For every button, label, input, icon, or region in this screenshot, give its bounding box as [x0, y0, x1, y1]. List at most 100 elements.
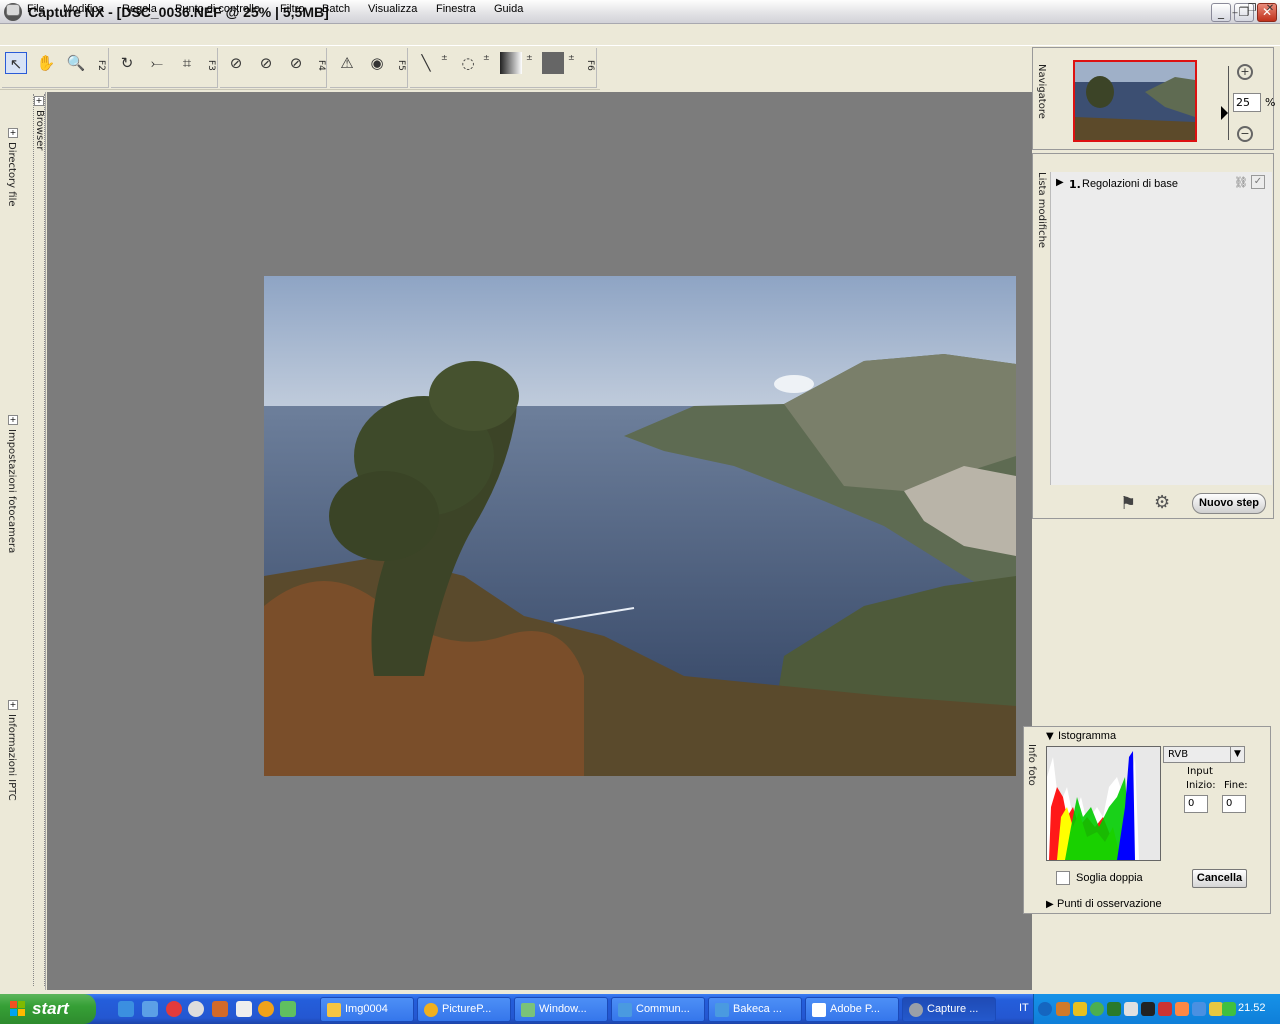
fill-plus-minus-icon[interactable]: ± — [568, 54, 575, 62]
menu-modifica[interactable]: Modifica — [63, 3, 104, 15]
navigator-thumbnail[interactable] — [1073, 60, 1197, 142]
watch-points-expand-icon[interactable]: ▶ — [1046, 899, 1054, 910]
doc-close-button[interactable]: ✕ — [1263, 3, 1277, 16]
lasso-plus-minus-icon[interactable]: ± — [483, 54, 490, 62]
step-expand-icon[interactable]: ▶ — [1056, 177, 1064, 188]
directory-tab[interactable]: Directory file — [6, 142, 17, 207]
input-label: Input — [1187, 766, 1213, 777]
adobe-reader-icon — [812, 1003, 826, 1017]
quicklaunch-media-icon[interactable] — [166, 1001, 182, 1017]
histogram-collapse-icon[interactable]: ▼ — [1046, 731, 1054, 742]
fill-remove-tool[interactable] — [542, 52, 564, 74]
menu-bar — [0, 25, 1280, 46]
neutral-control-point-tool[interactable]: ⊘ — [285, 52, 307, 74]
browser-tab[interactable]: Browser — [34, 110, 45, 151]
quicklaunch-tool-icon[interactable] — [212, 1001, 228, 1017]
start-input[interactable]: 0 — [1184, 795, 1208, 813]
toolbar-label-f3: F3 — [206, 60, 216, 71]
camera-settings-tab[interactable]: Impostazioni fotocamera — [6, 429, 17, 553]
menu-filtro[interactable]: Filtro — [280, 3, 304, 15]
zoom-tool[interactable]: 🔍 — [65, 52, 87, 74]
browser-expand-icon[interactable]: + — [34, 96, 44, 106]
step-enable-checkbox[interactable]: ✓ — [1251, 175, 1265, 189]
menu-finestra[interactable]: Finestra — [436, 3, 476, 15]
gradient-plus-minus-icon[interactable]: ± — [526, 54, 533, 62]
iptc-tab[interactable]: Informazioni IPTC — [6, 714, 17, 801]
tray-utility-icon[interactable] — [1175, 1002, 1189, 1016]
rotate-tool[interactable]: ↻ — [116, 52, 138, 74]
directory-expand-icon[interactable]: + — [8, 128, 18, 138]
crop-tool[interactable]: ⌗ — [176, 52, 198, 74]
tray-sync-icon[interactable] — [1222, 1002, 1236, 1016]
cancel-button[interactable]: Cancella — [1192, 869, 1247, 888]
hand-tool[interactable]: ✋ — [35, 52, 57, 74]
zoom-input[interactable]: 25 — [1233, 93, 1261, 112]
histogram-label: Istogramma — [1058, 730, 1117, 742]
double-threshold-label: Soglia doppia — [1076, 872, 1143, 884]
clock: 21.52 — [1238, 1002, 1266, 1014]
tray-update-icon[interactable] — [1107, 1002, 1121, 1016]
brush-tool[interactable]: ╲ — [415, 52, 437, 74]
picture-project-icon — [424, 1003, 438, 1017]
black-control-point-tool[interactable]: ⊘ — [225, 52, 247, 74]
quicklaunch-player-icon[interactable] — [188, 1001, 204, 1017]
double-threshold-checkbox[interactable] — [1056, 871, 1070, 885]
internet-explorer-icon[interactable] — [118, 1001, 134, 1017]
watch-points-label[interactable]: Punti di osservazione — [1057, 898, 1162, 910]
brush-plus-minus-icon[interactable]: ± — [441, 54, 448, 62]
menu-visualizza[interactable]: Visualizza — [368, 3, 417, 15]
straighten-tool[interactable]: ⤚ — [146, 52, 168, 74]
edit-list-tab[interactable]: Lista modifiche — [1036, 172, 1047, 248]
tray-pencil-icon[interactable] — [1209, 1002, 1223, 1016]
doc-minimize-button[interactable]: _ — [1228, 3, 1242, 16]
document-menu-icon[interactable] — [6, 4, 20, 16]
menu-batch[interactable]: Batch — [322, 3, 350, 15]
zoom-out-icon[interactable]: − — [1237, 126, 1253, 142]
zoom-slider-handle[interactable] — [1221, 106, 1228, 120]
tray-app-icon[interactable] — [1141, 1002, 1155, 1016]
step-link-icon[interactable]: ⛓ — [1234, 176, 1248, 189]
navigator-tab[interactable]: Navigatore — [1036, 64, 1047, 119]
tray-device-icon[interactable] — [1192, 1002, 1206, 1016]
camera-settings-expand-icon[interactable]: + — [8, 415, 18, 425]
quicklaunch-app-icon[interactable] — [142, 1001, 158, 1017]
chevron-down-icon[interactable]: ▼ — [1230, 747, 1244, 762]
menu-guida[interactable]: Guida — [494, 3, 523, 15]
white-control-point-tool[interactable]: ⊘ — [255, 52, 277, 74]
histogram-chart — [1046, 746, 1161, 861]
iptc-expand-icon[interactable]: + — [8, 700, 18, 710]
red-eye-tool[interactable]: ◉ — [366, 52, 388, 74]
zoom-slider-track[interactable] — [1228, 66, 1229, 140]
tray-messenger-icon[interactable] — [1090, 1002, 1104, 1016]
menu-file[interactable]: File — [27, 3, 45, 15]
lasso-tool[interactable]: ◌ — [457, 52, 479, 74]
direct-select-tool[interactable]: ↖ — [5, 52, 27, 74]
start-label: Inizio: — [1186, 780, 1216, 791]
zoom-in-icon[interactable]: + — [1237, 64, 1253, 80]
language-indicator[interactable]: IT — [1019, 1002, 1029, 1014]
doc-restore-button[interactable]: ❐ — [1245, 3, 1259, 16]
gradient-tool[interactable] — [500, 52, 522, 74]
photo-image[interactable] — [264, 276, 1016, 776]
color-control-point-tool[interactable]: ⚠ — [336, 52, 358, 74]
quicklaunch-messenger-icon[interactable] — [280, 1001, 296, 1017]
menu-punto-di-controllo[interactable]: Punto di controllo — [175, 3, 260, 15]
tray-network-icon[interactable] — [1158, 1002, 1172, 1016]
menu-regola[interactable]: Regola — [122, 3, 157, 15]
tray-volume-icon[interactable] — [1124, 1002, 1138, 1016]
capture-nx-icon — [909, 1003, 923, 1017]
gear-icon[interactable]: ⚙ — [1154, 492, 1170, 513]
tray-expand-icon[interactable] — [1038, 1002, 1052, 1016]
internet-explorer-icon — [715, 1003, 729, 1017]
flag-icon[interactable]: ⚑ — [1120, 493, 1136, 514]
tray-antivirus-icon[interactable] — [1056, 1002, 1070, 1016]
quicklaunch-editor-icon[interactable] — [236, 1001, 252, 1017]
toolbar-label-f4: F4 — [316, 60, 326, 71]
tray-shield-icon[interactable] — [1073, 1002, 1087, 1016]
end-input[interactable]: 0 — [1222, 795, 1246, 813]
new-step-button[interactable]: Nuovo step — [1192, 493, 1266, 514]
quicklaunch-firefox-icon[interactable] — [258, 1001, 274, 1017]
browser-strip[interactable] — [33, 94, 45, 986]
info-tab[interactable]: Info foto — [1026, 744, 1037, 786]
step-label[interactable]: Regolazioni di base — [1082, 178, 1178, 190]
